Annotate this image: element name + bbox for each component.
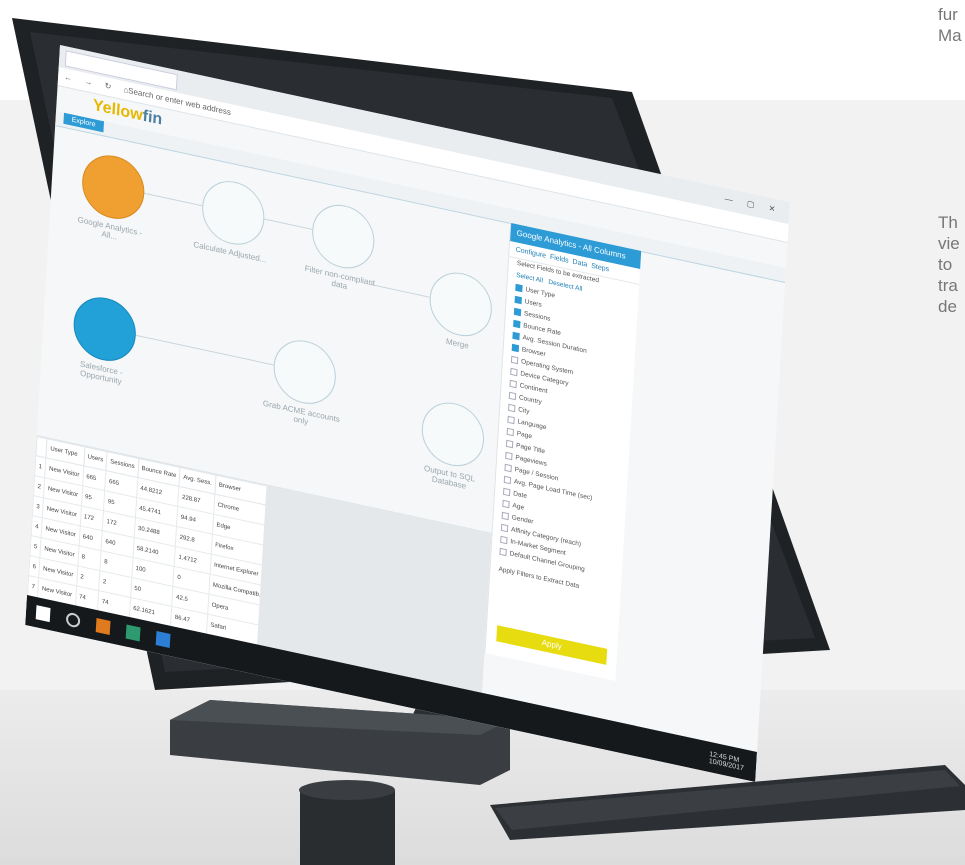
checkbox-icon[interactable] [510,367,518,377]
field-label: Gender [511,514,534,526]
node-label: Google Analytics - All... [77,214,143,242]
checkbox-icon[interactable] [503,487,511,497]
checkbox-icon[interactable] [510,355,519,365]
checkbox-icon[interactable] [513,307,522,317]
field-label: City [518,406,530,416]
checkbox-icon[interactable] [500,535,508,545]
node-label: Output to SQL Database [423,463,476,491]
checkbox-icon[interactable] [504,463,512,473]
checkbox-icon[interactable] [515,283,523,293]
calculate-node[interactable] [200,175,267,251]
apply-button[interactable]: Apply [496,625,608,665]
field-label: Users [524,298,542,309]
edge-icon[interactable] [155,630,171,648]
checkbox-icon[interactable] [503,475,512,485]
system-tray: 12:45 PM 10/09/2017 [709,751,745,773]
brand-part-b: fin [142,107,163,129]
app-icon[interactable] [125,624,141,642]
checkbox-icon[interactable] [509,379,517,389]
field-label: Age [512,502,525,512]
checkbox-icon[interactable] [505,439,514,449]
base-post [300,790,395,865]
tab-configure[interactable]: Configure [515,246,546,260]
tab-fields[interactable]: Fields [550,254,569,265]
filter-node[interactable] [310,198,377,275]
checkbox-icon[interactable] [507,415,515,425]
workflow-connector [133,334,274,366]
checkbox-icon[interactable] [508,403,516,413]
node-label: Grab ACME accounts only [262,398,341,427]
base-post-top [299,780,395,800]
merge-node[interactable] [427,266,494,343]
checkbox-icon[interactable] [513,319,521,329]
checkbox-icon[interactable] [499,547,507,557]
google-analytics-node[interactable] [80,149,147,225]
checkbox-icon[interactable] [500,523,509,533]
field-label: Date [512,490,528,501]
explorer-icon[interactable] [95,618,111,636]
workflow-connector [142,192,203,207]
config-panel: Google Analytics - All Columns Configure… [484,222,642,681]
checkbox-icon[interactable] [505,451,513,461]
checkbox-icon[interactable] [511,343,520,353]
node-label: Salesforce - Opportunity [79,359,123,387]
windows-start-icon[interactable] [35,605,51,623]
field-label: Page [516,430,533,441]
checkbox-icon[interactable] [506,427,515,437]
checkbox-icon[interactable] [501,511,509,521]
checkbox-icon[interactable] [514,295,522,305]
grab-accounts-node[interactable] [271,334,338,410]
salesforce-node[interactable] [71,291,138,367]
tab-steps[interactable]: Steps [591,263,609,274]
search-icon[interactable] [65,611,81,629]
checkbox-icon[interactable] [508,391,517,401]
workflow-connector [262,218,313,230]
checkbox-icon[interactable] [512,331,520,341]
node-label: Filter non-compliant data [304,263,376,292]
field-list: User Type Users Sessions Bounce Rate Avg. Se… [491,281,638,585]
checkbox-icon[interactable] [502,499,510,509]
output-sql-node[interactable] [420,396,486,473]
tab-data[interactable]: Data [572,259,587,269]
